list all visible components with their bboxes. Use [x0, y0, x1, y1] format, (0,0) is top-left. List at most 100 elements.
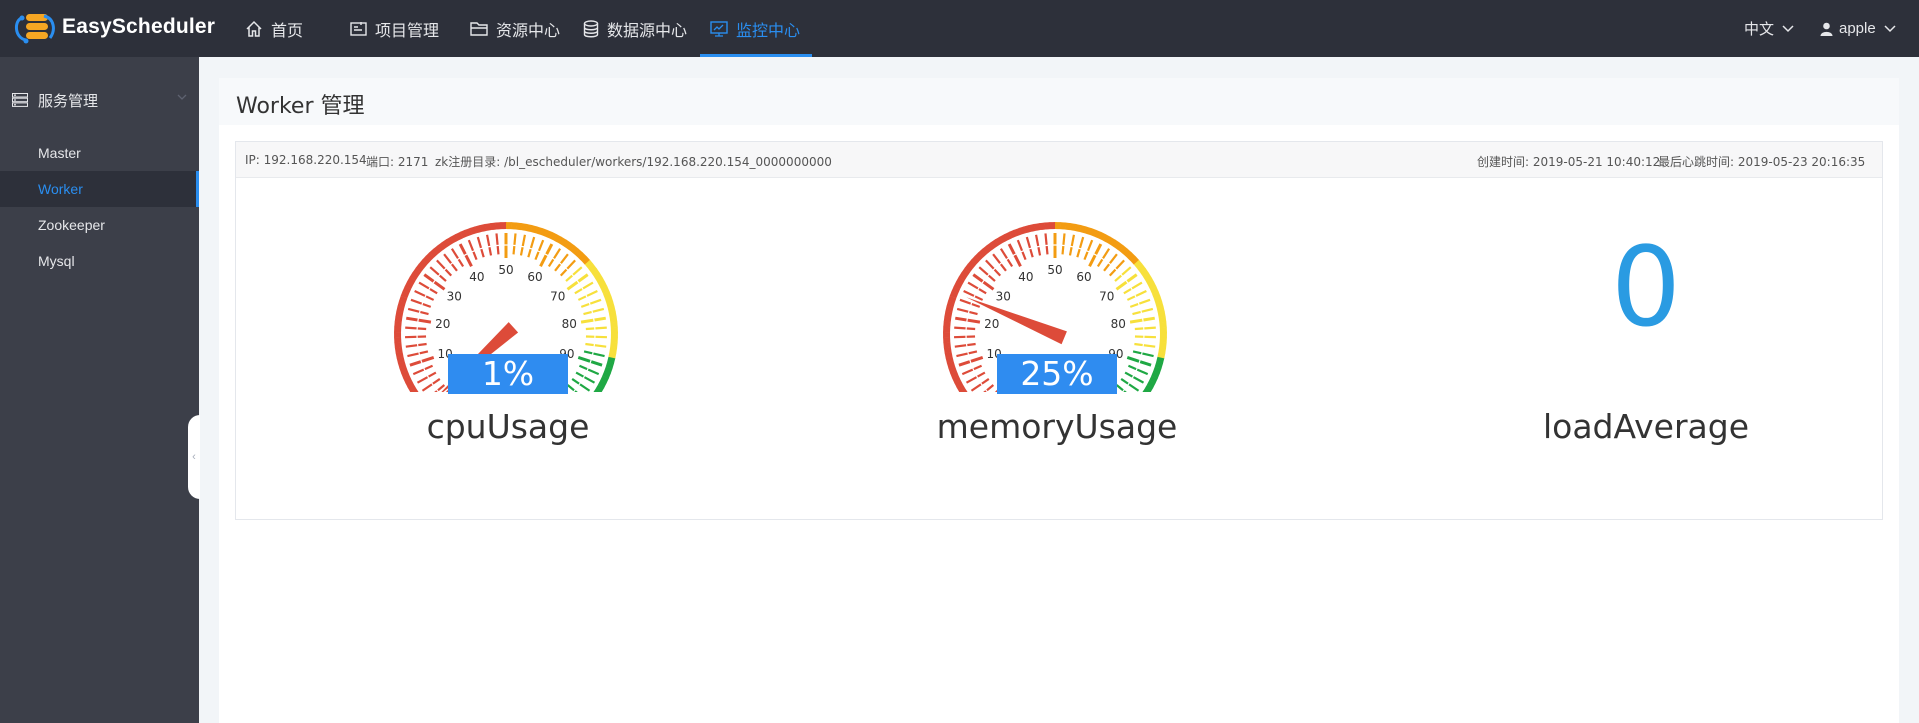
- gauge-tick: [1132, 307, 1154, 316]
- gauge-band-segment: [394, 331, 402, 338]
- gauge-band-segment: [506, 222, 512, 230]
- gauge-tick-label: 60: [527, 270, 542, 284]
- sidebar-collapse-handle[interactable]: ‹: [188, 415, 200, 499]
- page-title: Worker 管理: [236, 94, 365, 119]
- gauge-tick: [1068, 234, 1076, 256]
- gauge-tick: [585, 335, 607, 339]
- sidebar-item-label: Worker: [38, 181, 83, 197]
- gauge-tick: [1132, 350, 1154, 358]
- gauge-tick: [436, 259, 453, 277]
- gauge-tick: [580, 298, 602, 308]
- gauge-tick: [519, 234, 527, 256]
- gauge-band-segment: [1159, 332, 1167, 338]
- gauge-tick: [1134, 335, 1156, 339]
- nav-resource[interactable]: 资源中心: [470, 0, 560, 57]
- gauge-band-segment: [1039, 222, 1046, 231]
- gauge-tick-label: 70: [550, 289, 565, 303]
- gauge-tick: [956, 307, 978, 316]
- worker-card: IP: 192.168.220.154 端口: 2171 zk注册目录: /bl…: [235, 141, 1883, 520]
- worker-info-bar: IP: 192.168.220.154 端口: 2171 zk注册目录: /bl…: [236, 142, 1882, 178]
- gauge-tick: [1134, 342, 1156, 348]
- gauge-band-segment: [1158, 316, 1167, 323]
- nav-datasource[interactable]: 数据源中心: [583, 0, 687, 57]
- sidebar-item-zookeeper[interactable]: Zookeeper: [0, 207, 199, 243]
- gauge-tick-label: 70: [1099, 289, 1114, 303]
- gauge-tick-label: 20: [984, 317, 999, 331]
- gauge-tick: [585, 342, 607, 348]
- gauge-band-segment: [1159, 337, 1167, 344]
- chevron-left-icon: ‹: [192, 451, 196, 463]
- nav-home[interactable]: 首页: [245, 0, 303, 57]
- gauge-band-segment: [1059, 222, 1066, 230]
- gauge-tick: [407, 350, 429, 358]
- worker-port: 端口: 2171: [366, 155, 429, 169]
- gauge-tick-label: 50: [1047, 263, 1062, 277]
- project-icon: [350, 21, 367, 36]
- sidebar-group-label: 服务管理: [38, 91, 99, 110]
- gauge-tick-label: 20: [435, 317, 450, 331]
- gauge-band-segment: [943, 326, 951, 333]
- sidebar-item-label: Mysql: [38, 253, 75, 269]
- gauge-tick: [585, 326, 607, 331]
- gauge-band-segment: [1049, 222, 1056, 230]
- gauge-tick-label: 30: [996, 289, 1011, 303]
- gauge-band-segment: [610, 332, 618, 338]
- server-icon: [12, 93, 28, 107]
- gauge-tick-label: 40: [469, 270, 484, 284]
- gauge-tick: [583, 350, 605, 358]
- worker-zk-path: zk注册目录: /bl_escheduler/workers/192.168.2…: [435, 155, 832, 169]
- sidebar-item-master[interactable]: Master: [0, 135, 199, 171]
- gauge-band-segment: [510, 222, 517, 230]
- sidebar-item-label: Master: [38, 145, 81, 161]
- nav-monitor-label: 监控中心: [736, 20, 801, 40]
- chevron-down-icon: [1782, 24, 1794, 32]
- memory-usage-value: 25%: [997, 354, 1117, 394]
- brand-name[interactable]: EasyScheduler: [62, 15, 215, 39]
- sidebar: 服务管理 Master Worker Zookeeper Mysql: [0, 57, 199, 723]
- gauge-tick: [1120, 378, 1140, 392]
- gauge-band-segment: [1159, 326, 1167, 333]
- sidebar-item-worker[interactable]: Worker: [0, 171, 199, 207]
- gauge-tick: [1025, 236, 1034, 258]
- monitor-icon: [710, 20, 728, 37]
- gauge-tick-label: 40: [1018, 270, 1033, 284]
- nav-project[interactable]: 项目管理: [350, 0, 439, 57]
- worker-last-heartbeat: 最后心跳时间: 2019-05-23 20:16:35: [1658, 155, 1866, 169]
- gauge-tick: [954, 335, 976, 339]
- database-icon: [583, 19, 599, 37]
- memory-usage-label: memoryUsage: [936, 407, 1178, 446]
- worker-created-time: 创建时间: 2019-05-21 10:40:12: [1477, 155, 1661, 169]
- gauge-band-segment: [610, 321, 618, 328]
- gauge-tick: [410, 298, 432, 308]
- gauge-tick-label: 50: [498, 263, 513, 277]
- gauge-tick: [571, 378, 591, 392]
- gauge-tick: [407, 307, 429, 316]
- user-name: apple: [1839, 20, 1876, 37]
- language-label: 中文: [1744, 20, 1775, 38]
- gauge-tick: [495, 233, 500, 255]
- gauge-tick: [985, 259, 1002, 277]
- chevron-down-icon: [177, 94, 187, 100]
- gauge-tick-label: 60: [1076, 270, 1091, 284]
- home-icon: [246, 20, 262, 37]
- gauge-band-segment: [610, 326, 618, 333]
- gauge-band-segment: [943, 331, 951, 338]
- easyscheduler-logo: [15, 14, 55, 44]
- gauge-tick: [1061, 233, 1066, 255]
- sidebar-item-mysql[interactable]: Mysql: [0, 243, 199, 279]
- gauge-band-segment: [609, 316, 618, 323]
- main-content: Worker 管理 IP: 192.168.220.154 端口: 2171 z…: [219, 78, 1899, 723]
- nav-monitor[interactable]: 监控中心: [700, 0, 813, 57]
- folder-icon: [470, 21, 488, 36]
- gauge-band-segment: [610, 337, 618, 344]
- gauge-band-segment: [1159, 321, 1167, 328]
- gauge-band-segment: [490, 222, 497, 231]
- sidebar-group-service-management[interactable]: 服务管理: [0, 85, 199, 115]
- gauge-band-segment: [500, 222, 507, 230]
- gauge-tick: [405, 342, 427, 348]
- language-dropdown[interactable]: 中文: [1744, 0, 1794, 57]
- cpu-usage-label: cpuUsage: [426, 407, 590, 446]
- gauge-tick: [1044, 233, 1049, 255]
- gauge-tick-label: 80: [1111, 317, 1126, 331]
- user-menu[interactable]: apple: [1820, 0, 1902, 57]
